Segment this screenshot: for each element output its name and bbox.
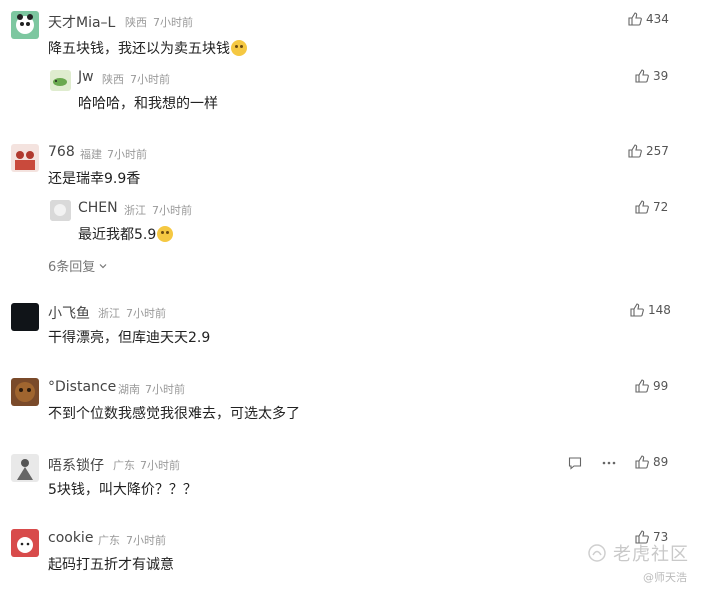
region: 广东 [113,459,135,472]
thumbs-up-icon [635,200,649,214]
like-button[interactable]: 99 [635,379,668,393]
thumbs-up-icon [635,379,649,393]
like-count: 434 [646,12,669,26]
avatar[interactable] [50,200,71,221]
avatar[interactable] [11,144,39,172]
comment-text: 降五块钱，我还以为卖五块钱 [48,38,247,58]
emoji-icon [231,40,247,56]
region: 广东 [98,534,120,547]
avatar[interactable] [50,70,71,91]
thumbs-up-icon [630,303,644,317]
region: 陕西 [102,73,124,86]
like-count: 99 [653,379,669,393]
timestamp: 7小时前 [130,73,170,86]
username[interactable]: CHEN [78,200,118,216]
username[interactable]: 唔系锁仔 [48,455,104,475]
reply-icon[interactable] [568,456,582,470]
tiger-logo-icon [588,544,606,562]
chevron-down-icon [99,263,107,268]
region: 浙江 [98,307,120,320]
region: 浙江 [124,204,146,217]
thumbs-up-icon [628,144,642,158]
like-count: 89 [653,455,669,469]
thumbs-up-icon [628,12,642,26]
avatar[interactable] [11,378,39,406]
username[interactable]: 天才Mia–L [48,12,115,32]
thumbs-up-icon [635,69,649,83]
like-count: 72 [653,200,669,214]
comment-text: 最近我都5.9 [78,224,174,244]
like-button[interactable]: 257 [628,144,669,158]
comment-text: 起码打五折才有诚意 [48,557,174,573]
timestamp: 7小时前 [126,534,166,547]
avatar[interactable] [11,11,39,39]
like-button[interactable]: 72 [635,200,668,214]
like-button[interactable]: 434 [628,12,669,26]
more-icon[interactable] [601,456,617,470]
thumbs-up-icon [635,455,649,469]
username[interactable]: cookie [48,530,93,546]
like-button[interactable]: 89 [635,455,668,469]
username[interactable]: 小飞鱼 [48,303,90,323]
comment-text: 哈哈哈，和我想的一样 [78,96,218,112]
region: 陕西 [125,16,147,29]
timestamp: 7小时前 [140,459,180,472]
comment-text: 干得漂亮，但库迪天天2.9 [48,330,211,346]
like-count: 39 [653,69,669,83]
watermark: 老虎社区 [587,540,689,566]
like-count: 257 [646,144,669,158]
timestamp: 7小时前 [145,383,185,396]
username[interactable]: °Distance [48,379,116,395]
avatar[interactable] [11,454,39,482]
timestamp: 7小时前 [126,307,166,320]
like-count: 148 [648,303,671,317]
like-button[interactable]: 39 [635,69,668,83]
like-button[interactable]: 148 [630,303,671,317]
timestamp: 7小时前 [152,204,192,217]
watermark-author: @师天浩 [643,571,687,584]
comment-text: 5块钱，叫大降价？？？ [48,482,197,498]
avatar[interactable] [11,529,39,557]
more-replies-label: 6条回复 [48,260,96,275]
watermark-brand: 老虎社区 [613,544,689,565]
username[interactable]: 768 [48,144,75,160]
region: 湖南 [118,383,140,396]
avatar[interactable] [11,303,39,331]
timestamp: 7小时前 [153,16,193,29]
comment-text: 不到个位数我感觉我很难去，可选太多了 [48,406,300,422]
comment-text: 还是瑞幸9.9香 [48,171,141,187]
username[interactable]: Jw [78,69,94,85]
region: 福建 [80,148,102,161]
emoji-icon [157,226,174,242]
timestamp: 7小时前 [107,148,147,161]
more-replies-link[interactable]: 6条回复 [48,256,108,275]
